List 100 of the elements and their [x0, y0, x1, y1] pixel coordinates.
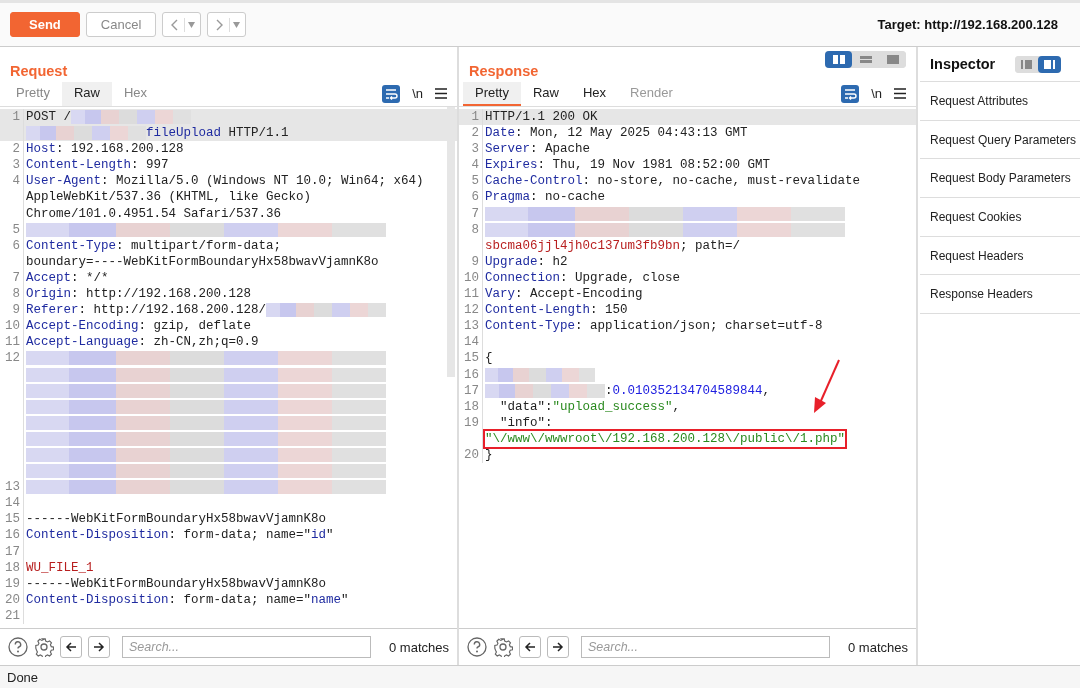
code-text: "info": [499, 414, 553, 431]
line-number: 15 [459, 350, 483, 367]
newline-toggle[interactable]: \n [871, 86, 882, 101]
code-text: Content-Type: multipart/form-data; [26, 237, 282, 254]
forward-button[interactable] [207, 12, 247, 37]
line-number: 12 [0, 350, 24, 480]
line-number: 20 [0, 591, 24, 608]
code-text: Upgrade: h2 [485, 253, 568, 270]
newline-toggle[interactable]: \n [412, 86, 423, 101]
code-text: Chrome/101.0.4951.54 Safari/537.36 [26, 205, 282, 222]
line-number: 6 [459, 189, 483, 206]
code-text: Origin: http://192.168.200.128 [26, 286, 252, 303]
layout-button[interactable] [825, 51, 852, 68]
target-label: Target: http://192.168.200.128 [877, 17, 1058, 32]
code-text: Accept-Language: zh-CN,zh;q=0.9 [26, 334, 259, 351]
line-number: 9 [459, 253, 483, 270]
code-text: Referer: http://192.168.200.128/ [26, 302, 267, 319]
tab[interactable]: Raw [520, 81, 571, 106]
scrollbar[interactable] [447, 107, 455, 377]
line-number: 5 [0, 221, 24, 238]
layout-icon [886, 55, 899, 64]
line-number: 1 [0, 109, 24, 142]
layout-button[interactable] [1038, 55, 1062, 73]
caret-icon [233, 21, 241, 28]
code-text: Expires: Thu, 19 Nov 1981 08:52:00 GMT [485, 157, 771, 174]
code-text: Server: Apache [485, 141, 591, 158]
inspector-title: Inspector [930, 56, 996, 72]
line-number: 20 [459, 446, 483, 464]
layout-icon [859, 55, 872, 64]
code-text: "data":"upload_success", [499, 398, 681, 415]
code-text: WU_FILE_1 [26, 559, 94, 576]
line-number: 13 [0, 479, 24, 496]
menu-icon[interactable] [435, 88, 447, 99]
code-text: :0.010352134704589844, [605, 382, 771, 399]
annotation-arrow [811, 359, 841, 413]
highlighted-text: "\/www\/wwwroot\/192.168.200.128\/public\/1.php" [485, 430, 846, 447]
line-number: 10 [0, 318, 24, 335]
code-text: Content-Length: 997 [26, 157, 169, 174]
line-number: 17 [0, 543, 24, 560]
tab[interactable]: Pretty [463, 81, 521, 106]
code-text: ------WebKitFormBoundaryHx58bwavVjamnK8o [26, 511, 327, 528]
line-number: 21 [0, 607, 24, 624]
cancel-button[interactable]: Cancel [85, 12, 157, 37]
code-text: Content-Disposition: form-data; name="name" [26, 591, 349, 608]
tab[interactable]: Pretty [4, 81, 62, 106]
code-text: Content-Length: 150 [485, 302, 628, 319]
line-number: 18 [459, 398, 483, 415]
panel-title: Request [10, 63, 68, 79]
next-match-button[interactable] [88, 636, 110, 658]
previous-match-button[interactable] [519, 636, 541, 658]
word-wrap-icon[interactable] [382, 84, 401, 103]
word-wrap-icon[interactable] [841, 84, 860, 103]
status-text: Done [7, 669, 39, 685]
settings-icon[interactable] [493, 637, 513, 657]
code-text: Connection: Upgrade, close [485, 269, 681, 287]
next-match-button[interactable] [547, 636, 569, 658]
line-number: 16 [0, 527, 24, 544]
caret-icon [188, 21, 196, 28]
help-icon[interactable] [467, 637, 487, 657]
code-text: boundary=----WebKitFormBoundaryHx58bwavVjamnK8o [26, 253, 379, 270]
line-number: 19 [0, 575, 24, 592]
line-number: 7 [459, 205, 483, 222]
line-number: 3 [459, 141, 483, 158]
code-text: Host: 192.168.200.128 [26, 141, 184, 158]
line-number: 7 [0, 269, 24, 287]
line-number: 1 [459, 109, 483, 126]
line-number: 6 [0, 237, 24, 270]
code-text: sbcma06jjl4jh0c137um3fb9bn; path=/ [485, 237, 741, 254]
settings-icon[interactable] [34, 637, 54, 657]
code-text: POST / [26, 109, 71, 126]
code-text: User-Agent: Mozilla/5.0 (Windows NT 10.0; Win64; x64) [26, 173, 424, 190]
search-field[interactable]: Search... [122, 636, 371, 658]
line-number: 12 [459, 302, 483, 319]
layout-icon [832, 55, 845, 64]
code-text: Accept: */* [26, 269, 109, 287]
layout-icon [1021, 59, 1033, 69]
back-button[interactable] [162, 12, 202, 37]
tab[interactable]: Hex [112, 81, 160, 106]
line-number: 9 [0, 302, 24, 319]
previous-match-button[interactable] [60, 636, 82, 658]
line-number: 2 [0, 141, 24, 158]
line-number: 2 [459, 125, 483, 142]
tab[interactable]: Raw [61, 81, 112, 106]
line-number: 19 [459, 414, 483, 447]
line-number: 3 [0, 157, 24, 174]
code-text: Date: Mon, 12 May 2025 04:43:13 GMT [485, 125, 748, 142]
line-number: 11 [459, 286, 483, 303]
line-number: 8 [459, 221, 483, 254]
line-number: 14 [0, 495, 24, 512]
code-text: } [485, 446, 493, 464]
search-field[interactable]: Search... [581, 636, 830, 658]
code-text: HTTP/1.1 200 OK [485, 109, 598, 126]
menu-icon[interactable] [894, 88, 906, 99]
code-text: Content-Disposition: form-data; name="id" [26, 527, 334, 544]
help-icon[interactable] [8, 637, 28, 657]
code-text: { [485, 350, 493, 367]
line-number: 15 [0, 511, 24, 528]
match-count: 0 matches [389, 639, 449, 655]
code-text: Accept-Encoding: gzip, deflate [26, 318, 252, 335]
tab[interactable]: Hex [571, 81, 619, 106]
